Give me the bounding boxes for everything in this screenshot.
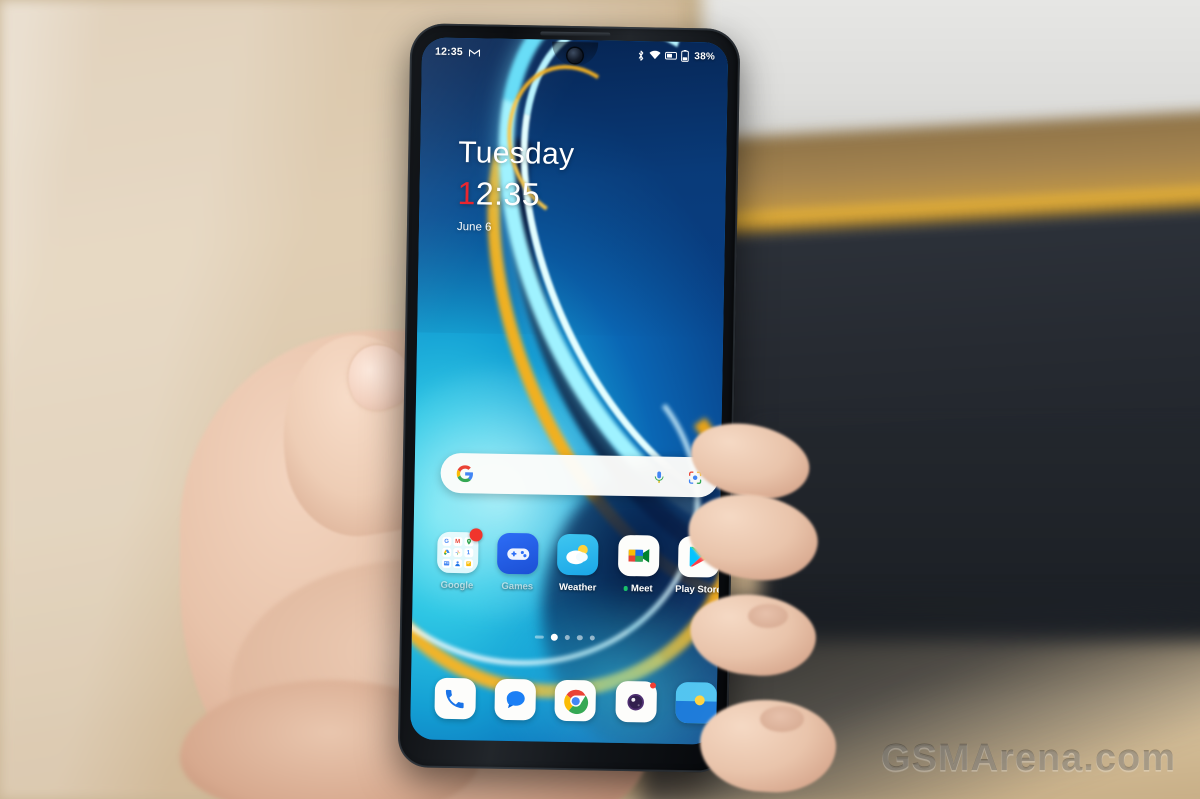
- clock-time-highlight: 1: [457, 175, 477, 212]
- app-label: Play Store: [675, 583, 722, 596]
- app-label: Meet: [630, 583, 653, 595]
- clock-time-rest: 2:35: [475, 175, 541, 213]
- google-g-icon: [454, 463, 474, 483]
- google-search-bar[interactable]: [440, 452, 719, 498]
- app-google-folder[interactable]: G M 1 Google: [430, 528, 485, 592]
- google-meet-icon[interactable]: [617, 534, 660, 577]
- gmail-icon: [468, 48, 481, 57]
- battery-icon: [681, 49, 690, 62]
- mini-contacts-icon: [452, 558, 462, 569]
- google-folder-icon[interactable]: G M 1: [436, 528, 483, 574]
- battery-percentage: 38%: [694, 50, 716, 62]
- status-dot-icon: [623, 586, 629, 591]
- wifi-icon: [649, 50, 661, 60]
- site-watermark: GSMArena.com: [881, 738, 1176, 781]
- ring-fingernail: [748, 604, 788, 628]
- chrome-icon[interactable]: [554, 679, 597, 722]
- games-gamepad-icon[interactable]: [496, 532, 539, 575]
- app-games[interactable]: Games: [490, 532, 545, 593]
- little-fingernail: [760, 706, 804, 732]
- mini-gmail-icon: M: [453, 537, 463, 547]
- app-label-meet: Meet: [623, 583, 653, 595]
- clock-date: June 6: [456, 221, 492, 234]
- page-dot[interactable]: [564, 634, 571, 641]
- status-bar-clock: 12:35: [434, 45, 463, 59]
- smartphone: 12:35 38% Tuesday 12:35 June 6 G M 1 Goo…: [397, 23, 741, 773]
- page-dot-dash[interactable]: [534, 635, 544, 639]
- page-dot-active[interactable]: [550, 633, 558, 641]
- camera-notification-badge: [649, 682, 656, 689]
- clock-weekday: Tuesday: [457, 136, 575, 172]
- mini-news-icon: [441, 558, 451, 568]
- app-label: Google: [440, 579, 474, 592]
- clock-time: 12:35: [457, 175, 574, 213]
- mini-google-search-icon: G: [442, 536, 452, 546]
- page-dot[interactable]: [589, 635, 596, 641]
- folder-notification-badge: [469, 528, 483, 542]
- search-input[interactable]: [475, 473, 649, 476]
- app-label: Games: [501, 580, 534, 593]
- mini-keep-icon: [463, 559, 473, 569]
- app-row: G M 1 Google Games Weather Meet Play Sto…: [427, 528, 729, 596]
- phone-screen[interactable]: 12:35 38% Tuesday 12:35 June 6 G M 1 Goo…: [410, 37, 729, 745]
- mini-drive-icon: [441, 547, 452, 557]
- app-label: Weather: [558, 581, 597, 594]
- camera-lens-icon[interactable]: [615, 680, 657, 723]
- photo-scene: 12:35 38% Tuesday 12:35 June 6 G M 1 Goo…: [0, 0, 1200, 799]
- mini-calendar-icon: 1: [463, 548, 474, 558]
- page-dot[interactable]: [577, 634, 583, 641]
- clock-widget[interactable]: Tuesday 12:35 June 6: [456, 136, 575, 235]
- cellular-signal-icon: [665, 51, 678, 61]
- earpiece-speaker: [540, 31, 611, 37]
- bluetooth-icon: [637, 50, 645, 61]
- app-weather[interactable]: Weather: [551, 533, 606, 594]
- dock: [424, 677, 727, 724]
- microphone-icon[interactable]: [648, 466, 668, 486]
- phone-handset-icon[interactable]: [434, 677, 476, 720]
- app-meet[interactable]: Meet: [611, 534, 666, 595]
- weather-sun-cloud-icon[interactable]: [557, 533, 600, 576]
- mini-photos-icon: [452, 547, 463, 558]
- messages-bubble-icon[interactable]: [494, 678, 537, 721]
